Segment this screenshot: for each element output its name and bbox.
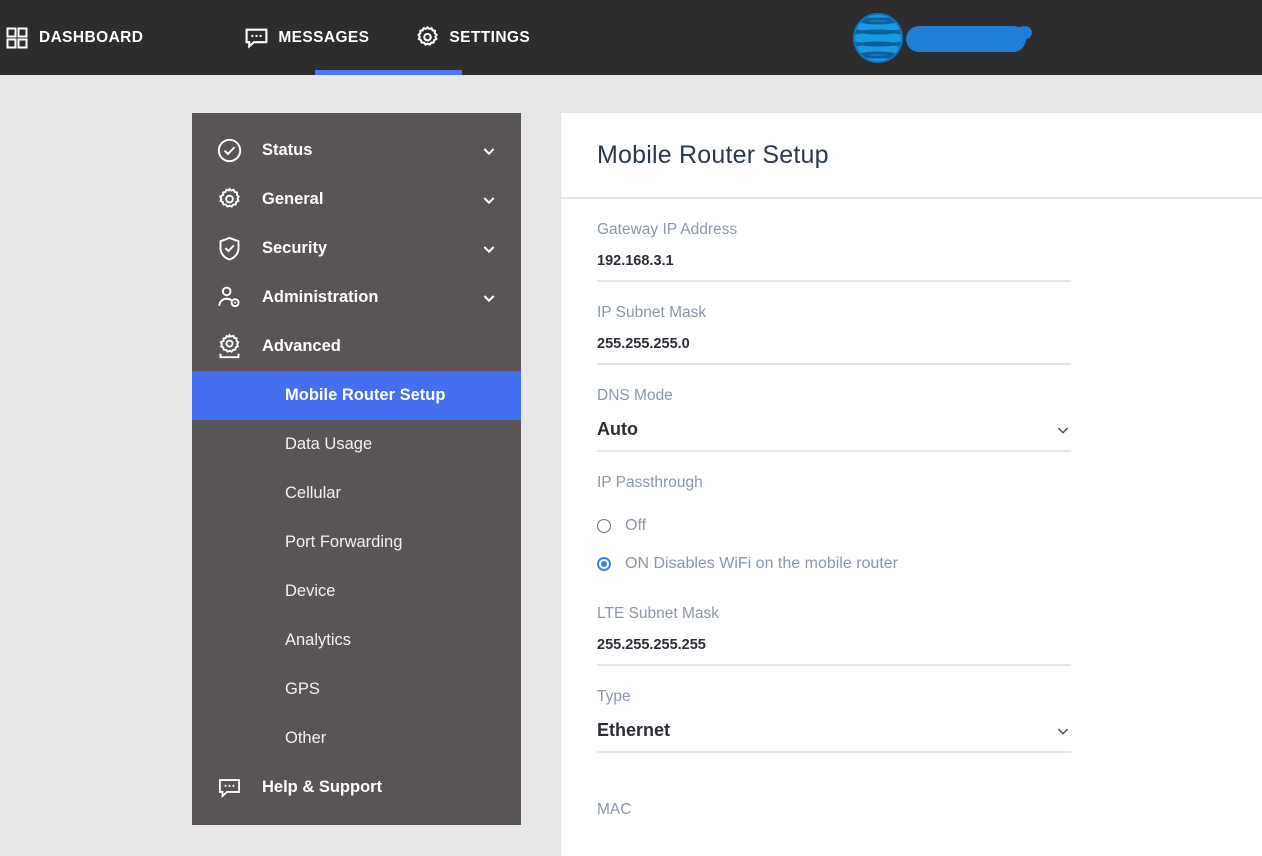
field-mac-label: MAC (597, 801, 632, 818)
sidebar-subitem-other[interactable]: Other (192, 714, 521, 763)
field-gateway-ip-address: Gateway IP Address 192.168.3.1 (597, 199, 1071, 282)
gateway-ip-address-input[interactable]: 192.168.3.1 (597, 240, 1071, 282)
settings-content-panel: Mobile Router Setup Gateway IP Address 1… (560, 113, 1262, 856)
dns-mode-selected-value: Auto (597, 419, 638, 439)
sidebar-subitem-analytics[interactable]: Analytics (192, 616, 521, 665)
sidebar-item-help-and-support-label: Help & Support (262, 778, 383, 796)
message-bubble-icon (212, 773, 246, 803)
content-header: Mobile Router Setup (561, 113, 1262, 199)
nav-tab-settings[interactable]: SETTINGS (414, 0, 530, 75)
field-ip-subnet-mask-label: IP Subnet Mask (597, 304, 707, 321)
page-body: Status General Security Administration A… (0, 75, 1262, 856)
chevron-down-icon[interactable] (481, 143, 497, 159)
sidebar-subitem-mobile-router-setup-label: Mobile Router Setup (285, 386, 446, 404)
chevron-down-icon[interactable] (481, 290, 497, 306)
ip-passthrough-radio-off[interactable]: Off (597, 507, 1071, 545)
sidebar-subitem-device[interactable]: Device (192, 567, 521, 616)
sidebar-item-administration-label: Administration (262, 288, 379, 306)
sidebar-subitem-data-usage[interactable]: Data Usage (192, 420, 521, 469)
sidebar-item-advanced-label: Advanced (262, 337, 341, 355)
sidebar-subitem-analytics-label: Analytics (285, 631, 352, 649)
sidebar-subitem-port-forwarding[interactable]: Port Forwarding (192, 518, 521, 567)
chevron-down-icon[interactable] (481, 241, 497, 257)
radio-checked-icon (597, 557, 611, 571)
field-dns-mode: DNS Mode Auto (597, 365, 1071, 452)
field-gateway-ip-address-label: Gateway IP Address (597, 221, 738, 238)
user-settings-icon (212, 283, 246, 313)
sidebar-subitem-device-label: Device (285, 582, 336, 600)
gear-icon (212, 185, 246, 215)
sidebar-subitem-port-forwarding-label: Port Forwarding (285, 533, 403, 551)
shield-check-icon (212, 234, 246, 264)
top-navigation-bar: DASHBOARD MESSAGES SETTINGS (0, 0, 1262, 75)
sidebar-item-help-and-support[interactable]: Help & Support (192, 763, 521, 812)
sidebar-item-security[interactable]: Security (192, 224, 521, 273)
att-logo-area (846, 12, 1046, 64)
redacted-logo-text (906, 26, 1026, 52)
settings-sidebar: Status General Security Administration A… (192, 113, 521, 825)
field-lte-subnet-mask-label: LTE Subnet Mask (597, 605, 720, 622)
sidebar-item-status-label: Status (262, 141, 313, 159)
ip-subnet-mask-input[interactable]: 255.255.255.0 (597, 323, 1071, 365)
field-mac: MAC (597, 753, 1071, 820)
field-type-label: Type (597, 688, 631, 705)
nav-tab-messages[interactable]: MESSAGES (243, 0, 369, 75)
nav-tab-settings-label: SETTINGS (449, 28, 531, 46)
field-type: Type Ethernet (597, 666, 1071, 753)
field-ip-subnet-mask: IP Subnet Mask 255.255.255.0 (597, 282, 1071, 365)
sidebar-item-administration[interactable]: Administration (192, 273, 521, 322)
field-ip-passthrough-label: IP Passthrough (597, 474, 703, 491)
radio-unchecked-icon (597, 519, 611, 533)
sidebar-item-general-label: General (262, 190, 324, 208)
sidebar-item-advanced[interactable]: Advanced (192, 322, 521, 371)
type-select[interactable]: Ethernet (597, 707, 1071, 753)
ip-passthrough-radio-on[interactable]: ON Disables WiFi on the mobile router (597, 545, 1071, 583)
dashboard-grid-icon (4, 25, 30, 51)
ip-passthrough-radio-off-label: Off (625, 517, 647, 534)
sidebar-subitem-cellular[interactable]: Cellular (192, 469, 521, 518)
type-selected-value: Ethernet (597, 720, 671, 740)
nav-tab-dashboard-label: DASHBOARD (39, 28, 144, 46)
page-title: Mobile Router Setup (597, 140, 829, 169)
sidebar-item-status[interactable]: Status (192, 126, 521, 175)
nav-tab-dashboard[interactable]: DASHBOARD (4, 0, 143, 75)
sidebar-subitem-other-label: Other (285, 729, 327, 747)
field-dns-mode-label: DNS Mode (597, 387, 673, 404)
top-nav-items: DASHBOARD MESSAGES SETTINGS (0, 0, 530, 75)
sidebar-item-general[interactable]: General (192, 175, 521, 224)
sidebar-subitem-data-usage-label: Data Usage (285, 435, 373, 453)
message-bubble-icon (243, 25, 269, 51)
sidebar-subitem-gps-label: GPS (285, 680, 320, 698)
chevron-down-icon[interactable] (1055, 422, 1071, 438)
dns-mode-select[interactable]: Auto (597, 406, 1071, 452)
check-circle-icon (212, 136, 246, 166)
chevron-down-icon[interactable] (1055, 723, 1071, 739)
sidebar-subitem-mobile-router-setup[interactable]: Mobile Router Setup (192, 371, 521, 420)
sidebar-subitem-gps[interactable]: GPS (192, 665, 521, 714)
ip-passthrough-radio-on-label: ON Disables WiFi on the mobile router (625, 555, 898, 572)
nav-tab-messages-label: MESSAGES (278, 28, 370, 46)
gear-icon (414, 25, 440, 51)
chevron-down-icon[interactable] (481, 192, 497, 208)
mobile-router-setup-form: Gateway IP Address 192.168.3.1 IP Subnet… (561, 199, 1262, 820)
lte-subnet-mask-input[interactable]: 255.255.255.255 (597, 624, 1071, 666)
field-ip-passthrough: IP Passthrough Off ON Disables WiFi on t… (597, 452, 1071, 583)
gear-advanced-icon (212, 332, 246, 362)
sidebar-subitem-cellular-label: Cellular (285, 484, 341, 502)
att-globe-logo (853, 13, 903, 63)
ip-passthrough-radio-group: Off ON Disables WiFi on the mobile route… (597, 493, 1071, 583)
sidebar-item-security-label: Security (262, 239, 328, 257)
field-lte-subnet-mask: LTE Subnet Mask 255.255.255.255 (597, 583, 1071, 666)
